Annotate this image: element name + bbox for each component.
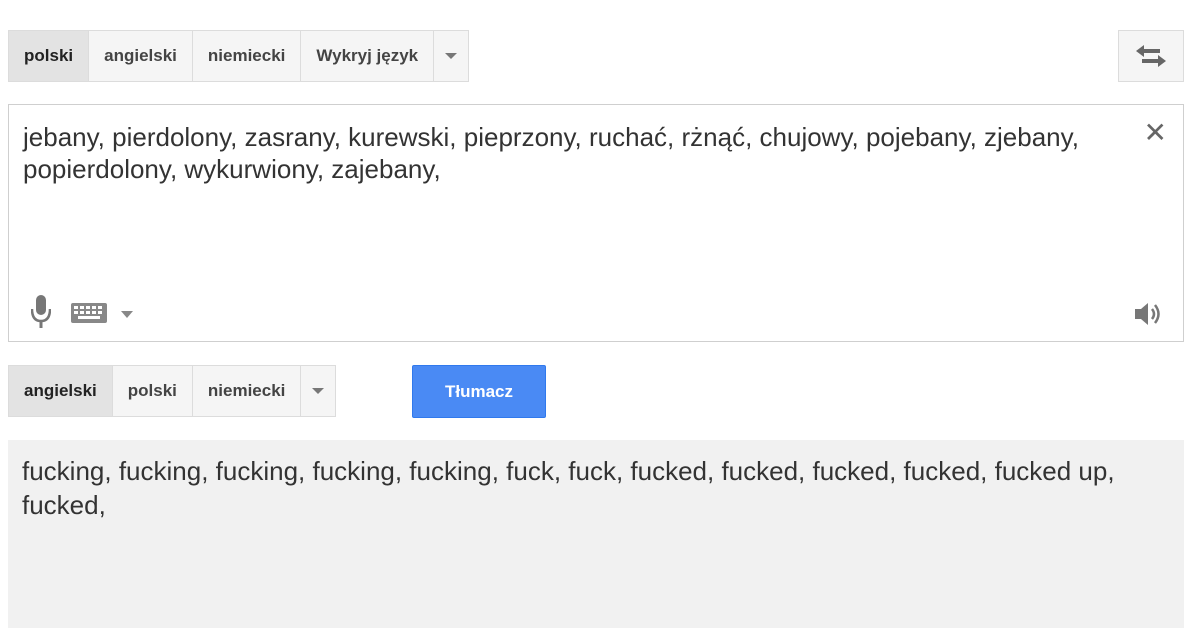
- source-lang-angielski[interactable]: angielski: [89, 31, 193, 81]
- source-language-bar: polski angielski niemiecki Wykryj język: [8, 30, 470, 82]
- target-lang-polski[interactable]: polski: [112, 366, 193, 416]
- source-text[interactable]: jebany, pierdolony, zasrany, kurewski, p…: [23, 121, 1123, 185]
- target-lang-more-button[interactable]: [301, 366, 336, 416]
- source-lang-detect[interactable]: Wykryj język: [301, 31, 435, 81]
- source-lang-more-button[interactable]: [434, 31, 469, 81]
- source-lang-niemiecki[interactable]: niemiecki: [192, 31, 302, 81]
- translate-button[interactable]: Tłumacz: [412, 365, 546, 418]
- target-lang-angielski[interactable]: angielski: [9, 366, 113, 416]
- clear-icon[interactable]: ✕: [1144, 119, 1167, 147]
- keyboard-icon[interactable]: [71, 303, 107, 323]
- result-text: fucking, fucking, fucking, fucking, fuck…: [22, 456, 1115, 520]
- target-language-bar: angielski polski niemiecki: [8, 365, 337, 417]
- swap-icon: [1136, 45, 1166, 67]
- source-lang-polski[interactable]: polski: [9, 31, 90, 81]
- chevron-down-icon: [312, 388, 325, 394]
- source-text-area[interactable]: jebany, pierdolony, zasrany, kurewski, p…: [8, 104, 1184, 342]
- target-lang-niemiecki[interactable]: niemiecki: [192, 366, 302, 416]
- mic-icon[interactable]: [31, 295, 51, 329]
- result-area: fucking, fucking, fucking, fucking, fuck…: [8, 440, 1184, 628]
- swap-languages-button[interactable]: [1118, 30, 1184, 82]
- chevron-down-icon[interactable]: [121, 311, 133, 319]
- speaker-icon[interactable]: [1135, 301, 1163, 327]
- chevron-down-icon: [445, 53, 458, 59]
